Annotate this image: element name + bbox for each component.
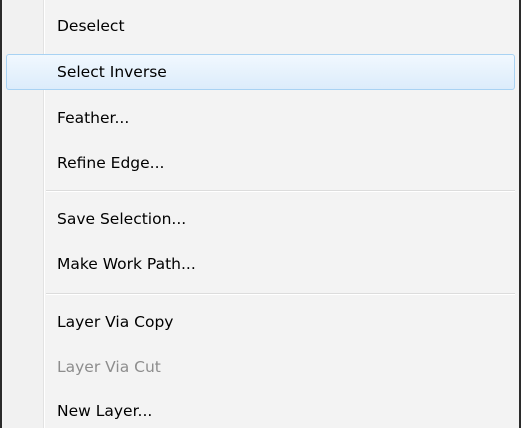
- menu-item-label: Make Work Path...: [57, 255, 196, 273]
- menu-item-label: Feather...: [57, 109, 130, 127]
- menu-item-label: Save Selection...: [57, 210, 187, 228]
- context-menu: Deselect Select Inverse Feather... Refin…: [0, 0, 521, 428]
- menu-item-refine-edge[interactable]: Refine Edge...: [6, 145, 515, 181]
- menu-item-layer-via-copy[interactable]: Layer Via Copy: [6, 304, 515, 340]
- menu-item-label: Select Inverse: [57, 63, 167, 81]
- menu-item-label: New Layer...: [57, 402, 153, 420]
- menu-separator: [46, 190, 515, 192]
- menu-item-select-inverse[interactable]: Select Inverse: [6, 54, 515, 90]
- menu-item-label: Deselect: [57, 17, 125, 35]
- menu-item-new-layer[interactable]: New Layer...: [6, 393, 515, 428]
- menu-item-label: Layer Via Cut: [57, 358, 161, 376]
- menu-item-deselect[interactable]: Deselect: [6, 8, 515, 44]
- menu-item-label: Refine Edge...: [57, 154, 165, 172]
- menu-item-make-work-path[interactable]: Make Work Path...: [6, 246, 515, 282]
- menu-item-layer-via-cut: Layer Via Cut: [6, 349, 515, 385]
- menu-item-feather[interactable]: Feather...: [6, 100, 515, 136]
- menu-item-label: Layer Via Copy: [57, 313, 174, 331]
- menu-item-save-selection[interactable]: Save Selection...: [6, 201, 515, 237]
- menu-separator: [46, 293, 515, 295]
